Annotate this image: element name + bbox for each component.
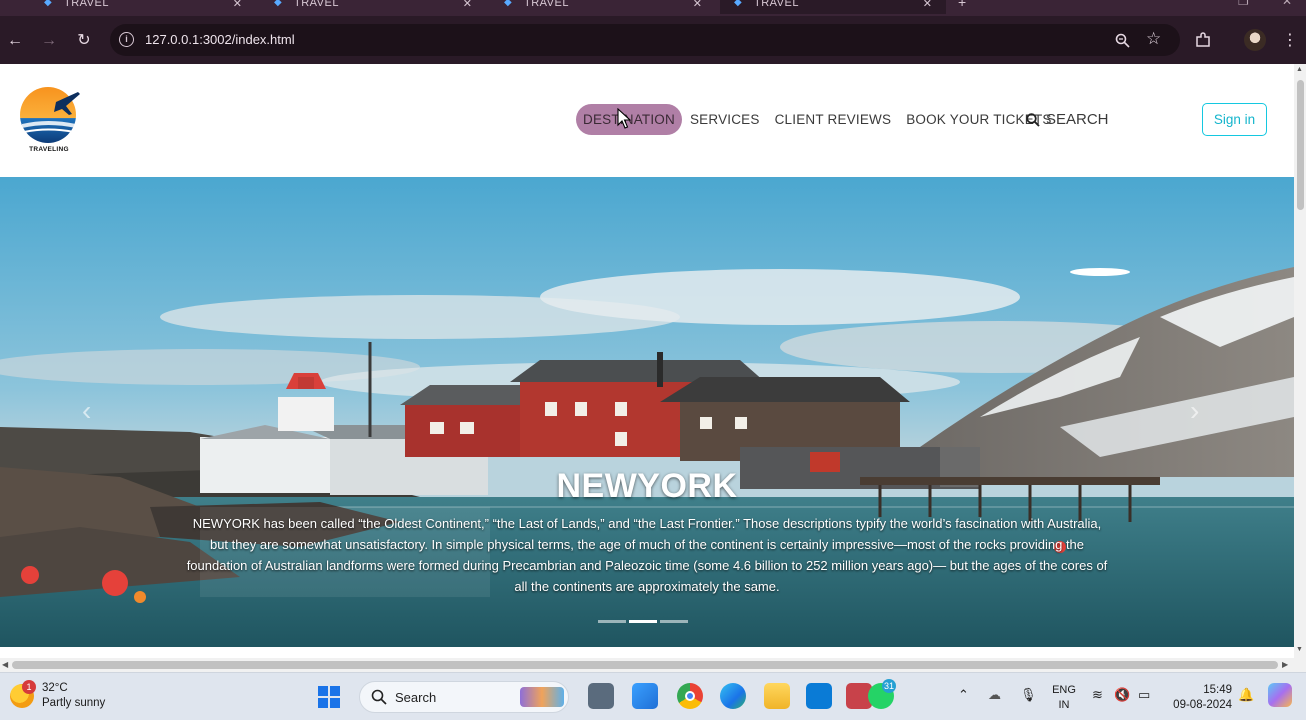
favicon-icon: ◆	[274, 0, 282, 8]
url-text[interactable]: 127.0.0.1:3002/index.html	[145, 32, 295, 47]
tab-title: TRAVEL	[754, 0, 799, 9]
speaker-muted-icon[interactable]: 🔇	[1114, 687, 1130, 703]
search-label: SEARCH	[1046, 111, 1109, 128]
search-icon	[371, 689, 387, 705]
favicon-icon: ◆	[734, 0, 742, 8]
search-link[interactable]: SEARCH	[1026, 111, 1109, 128]
horizontal-scrollbar-thumb[interactable]	[12, 661, 1278, 669]
region-code: IN	[1058, 699, 1070, 711]
microphone-icon[interactable]: 🎙	[1020, 687, 1037, 703]
language-code: ENG	[1052, 684, 1076, 696]
clock-date: 09-08-2024	[1173, 699, 1232, 711]
browser-tab[interactable]: ◆ TRAVEL ✕	[490, 0, 716, 14]
extensions-icon[interactable]	[1195, 32, 1211, 48]
logo-text: TRAVELING	[29, 146, 69, 153]
hero-carousel: ‹ › NEWYORK NEWYORK has been called “the…	[0, 177, 1294, 647]
restore-window-icon[interactable]: ❐	[1238, 0, 1249, 8]
task-view-icon[interactable]	[588, 683, 614, 709]
edge-icon[interactable]	[720, 683, 746, 709]
whatsapp-badge: 31	[882, 679, 896, 693]
main-nav: DESTINATION SERVICES CLIENT REVIEWS BOOK…	[576, 104, 1060, 135]
weather-description: Partly sunny	[42, 697, 106, 709]
browser-tab-active[interactable]: ◆ TRAVEL ✕	[720, 0, 946, 14]
taskbar-search[interactable]: Search	[359, 681, 569, 713]
carousel-prev-icon[interactable]: ‹	[82, 395, 91, 427]
sign-in-button[interactable]: Sign in	[1202, 103, 1267, 136]
carousel-indicators	[598, 620, 691, 623]
windows-start-icon[interactable]	[318, 686, 340, 708]
favicon-icon: ◆	[504, 0, 512, 8]
tab-title: TRAVEL	[524, 0, 569, 9]
windows-taskbar: 1 32°C Partly sunny Search 31 ⌃ ☁ 🎙 ENG …	[0, 672, 1306, 720]
browser-toolbar: ← → ↻ i 127.0.0.1:3002/index.html ☆ ⋮	[0, 16, 1306, 64]
scroll-right-icon[interactable]: ▶	[1282, 660, 1288, 669]
vertical-scrollbar[interactable]: ▲ ▼	[1294, 64, 1306, 658]
weather-badge: 1	[22, 680, 36, 694]
chrome-icon[interactable]	[677, 683, 703, 709]
close-tab-icon[interactable]: ✕	[923, 0, 932, 10]
browser-tab-bar: ◆ TRAVEL ✕ ◆ TRAVEL ✕ ◆ TRAVEL ✕ ◆ TRAVE…	[0, 0, 1306, 16]
tab-title: TRAVEL	[64, 0, 109, 9]
horizontal-scrollbar[interactable]: ◀ ▶	[0, 658, 1306, 672]
weather-sun-icon: 1	[10, 680, 36, 708]
search-highlight-image	[520, 687, 564, 707]
search-label: Search	[395, 690, 437, 705]
file-explorer-icon[interactable]	[764, 683, 790, 709]
browser-tab[interactable]: ◆ TRAVEL ✕	[30, 0, 256, 14]
notification-bell-icon[interactable]: 🔔	[1238, 687, 1254, 703]
wifi-icon[interactable]: ≋	[1092, 687, 1103, 703]
carousel-indicator-active[interactable]	[629, 620, 657, 623]
close-tab-icon[interactable]: ✕	[693, 0, 702, 10]
profile-avatar[interactable]	[1244, 29, 1266, 51]
web-page: TRAVELING DESTINATION SERVICES CLIENT RE…	[0, 64, 1294, 658]
scroll-left-icon[interactable]: ◀	[2, 660, 8, 669]
vscode-icon[interactable]	[806, 683, 832, 709]
nav-client-reviews[interactable]: CLIENT REVIEWS	[768, 104, 899, 135]
carousel-next-icon[interactable]: ›	[1190, 395, 1199, 427]
close-tab-icon[interactable]: ✕	[463, 0, 472, 10]
zoom-icon[interactable]	[1115, 33, 1130, 48]
carousel-title: NEWYORK	[556, 467, 738, 505]
search-icon	[1026, 112, 1040, 127]
carousel-description: NEWYORK has been called “the Oldest Cont…	[186, 516, 1108, 594]
weather-widget[interactable]: 1 32°C Partly sunny	[10, 680, 106, 711]
close-window-icon[interactable]: ✕	[1282, 0, 1292, 8]
favicon-icon: ◆	[44, 0, 52, 8]
tab-title: TRAVEL	[294, 0, 339, 9]
system-clock[interactable]: 15:49 09-08-2024	[1168, 683, 1232, 713]
onedrive-icon[interactable]: ☁	[988, 687, 1001, 703]
mouse-cursor-icon	[617, 108, 631, 129]
show-hidden-icons-icon[interactable]: ⌃	[958, 687, 969, 703]
vertical-scrollbar-thumb[interactable]	[1297, 80, 1304, 210]
site-header: TRAVELING DESTINATION SERVICES CLIENT RE…	[0, 64, 1294, 177]
whatsapp-icon[interactable]: 31	[868, 679, 896, 709]
address-bar[interactable]: i 127.0.0.1:3002/index.html ☆	[110, 24, 1180, 56]
back-arrow-icon[interactable]: ←	[4, 30, 26, 52]
carousel-indicator[interactable]	[660, 620, 688, 623]
language-indicator[interactable]: ENG IN	[1050, 683, 1078, 713]
copilot-icon[interactable]	[1268, 683, 1292, 707]
new-tab-icon[interactable]: +	[958, 0, 966, 10]
clock-time: 15:49	[1203, 684, 1232, 696]
microsoft-store-icon[interactable]	[632, 683, 658, 709]
reload-icon[interactable]: ↻	[73, 30, 95, 52]
scroll-down-icon[interactable]: ▼	[1296, 646, 1303, 653]
scroll-up-icon[interactable]: ▲	[1296, 66, 1303, 73]
browser-tab[interactable]: ◆ TRAVEL ✕	[260, 0, 486, 14]
carousel-indicator[interactable]	[598, 620, 626, 623]
close-tab-icon[interactable]: ✕	[233, 0, 242, 10]
more-menu-icon[interactable]: ⋮	[1282, 30, 1298, 50]
battery-icon[interactable]: ▭	[1138, 687, 1150, 703]
bookmark-star-icon[interactable]: ☆	[1146, 29, 1161, 49]
weather-temperature: 32°C	[42, 682, 68, 694]
forward-arrow-icon[interactable]: →	[38, 30, 60, 52]
nav-services[interactable]: SERVICES	[683, 104, 767, 135]
site-info-icon[interactable]: i	[119, 32, 134, 47]
